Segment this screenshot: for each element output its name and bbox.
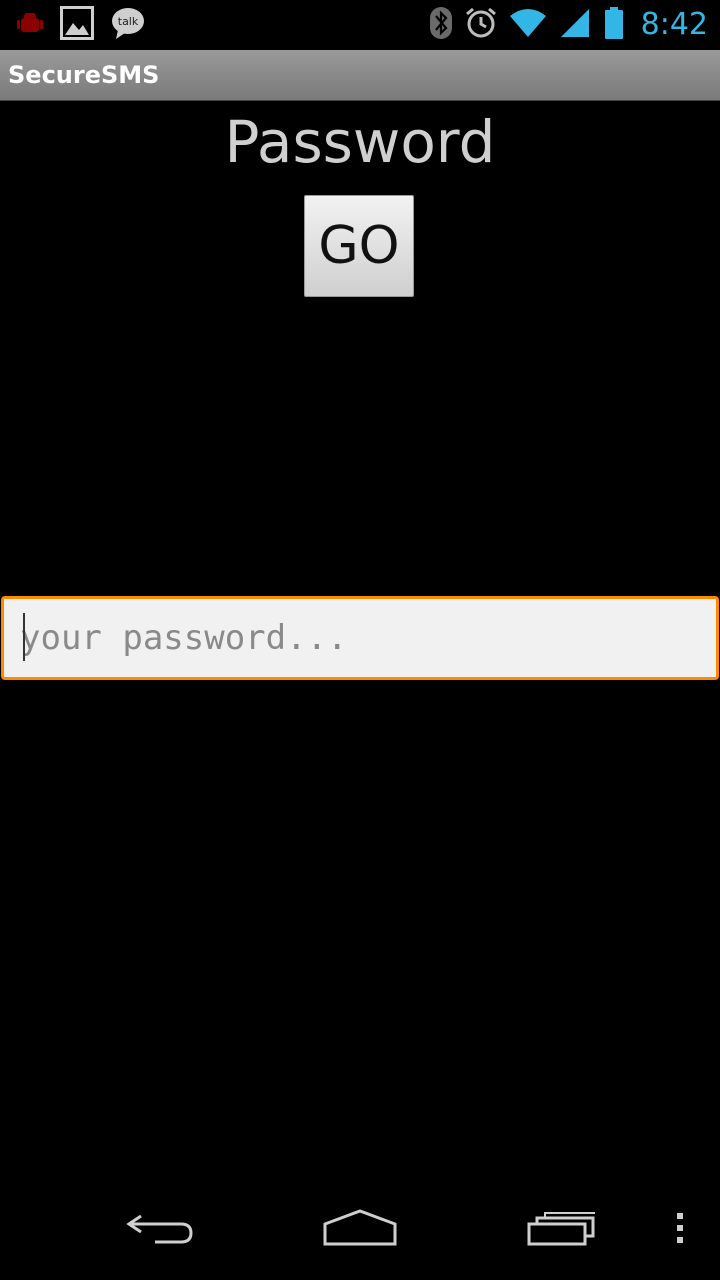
wifi-icon xyxy=(509,8,547,42)
home-button[interactable] xyxy=(310,1200,410,1260)
back-button[interactable] xyxy=(110,1200,210,1260)
recent-apps-button[interactable] xyxy=(512,1200,612,1260)
home-icon xyxy=(323,1208,397,1252)
gallery-icon xyxy=(60,6,94,44)
navigation-bar xyxy=(0,1180,720,1280)
app-title-bar: SecureSMS xyxy=(0,50,720,101)
status-clock: 8:42 xyxy=(640,7,708,42)
password-heading: Password xyxy=(224,108,496,176)
status-bar: talk 8:42 xyxy=(0,0,720,50)
signal-icon xyxy=(559,7,591,43)
password-field-container xyxy=(1,596,719,680)
android-debug-icon xyxy=(16,10,44,40)
alarm-icon xyxy=(465,7,497,43)
menu-overflow-icon xyxy=(675,1211,685,1249)
app-title: SecureSMS xyxy=(8,61,160,89)
notification-icons: talk xyxy=(16,0,146,50)
menu-overflow-button[interactable] xyxy=(630,1200,720,1260)
talk-icon: talk xyxy=(110,6,146,44)
go-button[interactable]: GO xyxy=(304,195,414,297)
battery-icon xyxy=(603,6,625,44)
recent-apps-icon xyxy=(527,1210,597,1250)
back-icon xyxy=(125,1210,195,1250)
bluetooth-icon xyxy=(429,6,453,44)
system-status-icons: 8:42 xyxy=(429,0,708,50)
password-input[interactable] xyxy=(4,599,716,677)
text-cursor xyxy=(23,613,25,661)
talk-icon-label: talk xyxy=(118,15,139,28)
